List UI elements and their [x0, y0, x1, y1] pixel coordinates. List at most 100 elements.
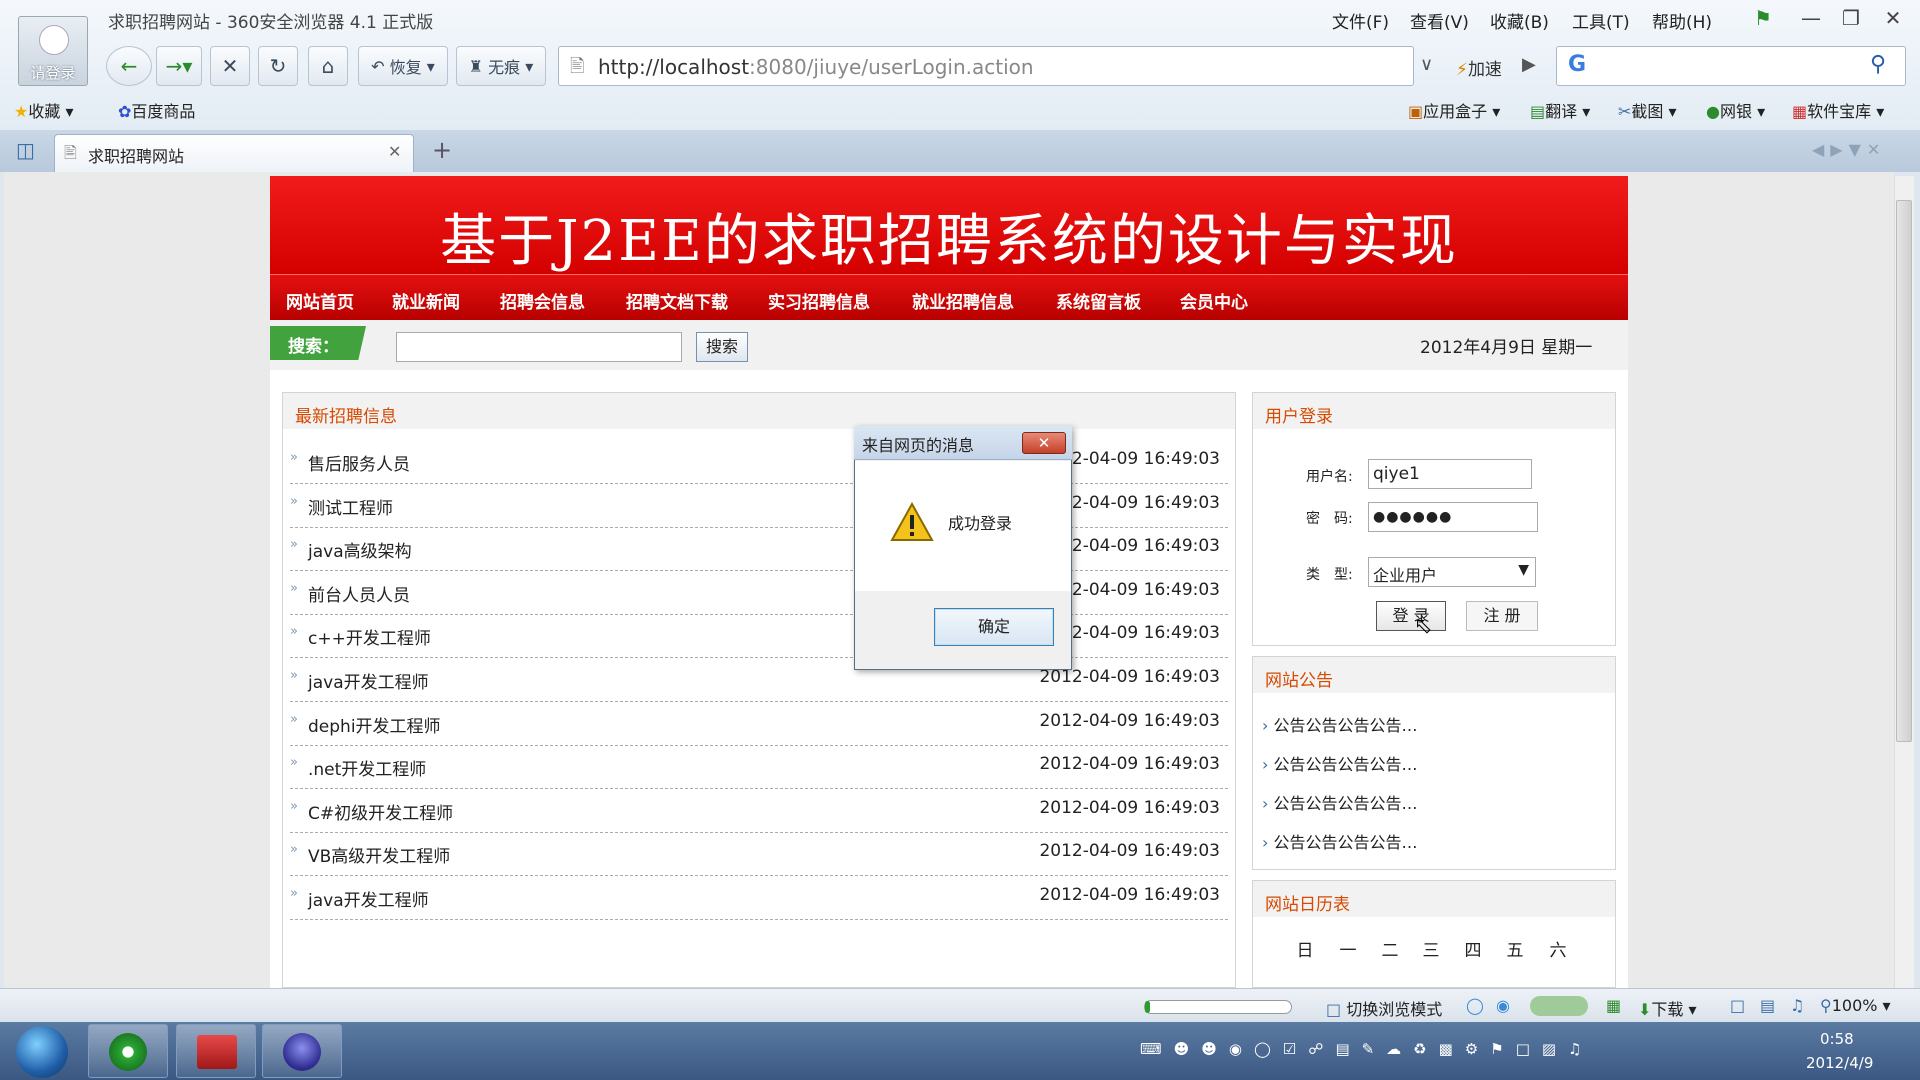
- close-tab-icon[interactable]: ✕: [388, 142, 401, 161]
- calendar-icon[interactable]: ▦: [1606, 996, 1621, 1015]
- job-title[interactable]: 前台人员人员: [308, 581, 410, 606]
- menu-view[interactable]: 查看(V): [1410, 8, 1469, 33]
- site-search-button[interactable]: 搜索: [696, 332, 748, 362]
- register-button[interactable]: 注 册: [1466, 601, 1538, 631]
- username-field[interactable]: qiye1: [1368, 459, 1532, 489]
- sidebar-toggle-icon[interactable]: ◫: [16, 138, 35, 162]
- nav-internship[interactable]: 实习招聘信息: [768, 288, 870, 313]
- nav-job-fair[interactable]: 招聘会信息: [500, 288, 585, 313]
- start-button[interactable]: [16, 1026, 68, 1078]
- job-title[interactable]: .net开发工程师: [308, 755, 426, 780]
- volume-icon[interactable]: ♫: [1790, 996, 1804, 1015]
- job-title[interactable]: dephi开发工程师: [308, 712, 441, 737]
- user-avatar[interactable]: 请登录: [18, 16, 88, 86]
- screenshot-button[interactable]: ✂截图 ▾: [1618, 98, 1677, 122]
- toggle-switch[interactable]: [1530, 996, 1588, 1016]
- nav-home[interactable]: 网站首页: [286, 288, 354, 313]
- clock-time[interactable]: 0:58: [1820, 1030, 1854, 1048]
- switch-mode-button[interactable]: □ 切换浏览模式: [1326, 996, 1442, 1020]
- tab-title: 求职招聘网站: [88, 147, 185, 166]
- job-row[interactable]: » java高级架构 2012-04-09 16:49:03: [290, 527, 1228, 572]
- job-row[interactable]: » java开发工程师 2012-04-09 16:49:03: [290, 658, 1228, 702]
- bullet-icon: ›: [1262, 833, 1269, 852]
- ie-icon[interactable]: ◯: [1466, 996, 1484, 1015]
- job-row[interactable]: » .net开发工程师 2012-04-09 16:49:03: [290, 745, 1228, 790]
- search-icon[interactable]: ⚲: [1870, 52, 1886, 77]
- close-window-icon[interactable]: ✕: [1878, 6, 1908, 30]
- nav-member-center[interactable]: 会员中心: [1180, 288, 1248, 313]
- site-search-input[interactable]: [396, 332, 682, 362]
- password-field[interactable]: ●●●●●●: [1368, 502, 1538, 532]
- clock-date[interactable]: 2012/4/9: [1806, 1054, 1873, 1072]
- tab-controls-icon[interactable]: ◀▶▼✕: [1812, 140, 1886, 159]
- home-button[interactable]: ⌂: [308, 46, 348, 86]
- job-row[interactable]: » 售后服务人员 2012-04-09 16:49:03: [290, 440, 1228, 484]
- job-row[interactable]: » VB高级开发工程师 2012-04-09 16:49:03: [290, 832, 1228, 877]
- job-title[interactable]: 测试工程师: [308, 494, 393, 519]
- job-row[interactable]: » c++开发工程师 2012-04-09 16:49:03: [290, 614, 1228, 659]
- user-type-select[interactable]: 企业用户 ▼: [1368, 557, 1536, 587]
- software-store-button[interactable]: ▦软件宝库 ▾: [1792, 98, 1884, 122]
- job-row[interactable]: » dephi开发工程师 2012-04-09 16:49:03: [290, 702, 1228, 746]
- job-row[interactable]: » C#初级开发工程师 2012-04-09 16:49:03: [290, 789, 1228, 833]
- job-title[interactable]: c++开发工程师: [308, 624, 431, 649]
- job-row[interactable]: » java开发工程师 2012-04-09 16:49:03: [290, 876, 1228, 920]
- menu-tools[interactable]: 工具(T): [1572, 8, 1630, 33]
- bookmark-baidu[interactable]: ✿百度商品: [118, 98, 195, 122]
- taskbar-eclipse[interactable]: [262, 1024, 342, 1078]
- job-title[interactable]: java高级架构: [308, 537, 412, 562]
- dialog-ok-button[interactable]: 确定: [934, 608, 1054, 646]
- pin-icon[interactable]: ⚑: [1748, 6, 1778, 30]
- menu-favorites[interactable]: 收藏(B): [1490, 8, 1549, 33]
- menu-file[interactable]: 文件(F): [1332, 8, 1389, 33]
- job-row[interactable]: » 测试工程师 2012-04-09 16:49:03: [290, 484, 1228, 528]
- forward-button[interactable]: →▾: [156, 46, 202, 86]
- globe-icon[interactable]: ◉: [1496, 996, 1510, 1015]
- restore-icon[interactable]: ❐: [1836, 6, 1866, 30]
- nav-employment[interactable]: 就业招聘信息: [912, 288, 1014, 313]
- job-title[interactable]: 售后服务人员: [308, 450, 410, 475]
- nav-message-board[interactable]: 系统留言板: [1056, 288, 1141, 313]
- go-icon[interactable]: ▶: [1522, 54, 1536, 75]
- menu-help[interactable]: 帮助(H): [1652, 8, 1712, 33]
- job-row[interactable]: » 前台人员人员 2012-04-09 16:49:03: [290, 571, 1228, 615]
- app-box-button[interactable]: ▣应用盒子 ▾: [1408, 98, 1500, 122]
- refresh-button[interactable]: ↻: [258, 46, 298, 86]
- system-tray-icons[interactable]: ⌨☻☻◉◯☑☍▤✎☁♻▩⚙⚑□▨♫: [1140, 1040, 1594, 1058]
- stop-button[interactable]: ✕: [210, 46, 250, 86]
- browser-search-input[interactable]: [1556, 46, 1906, 86]
- favorites-button[interactable]: ★收藏 ▾: [14, 98, 73, 122]
- job-title[interactable]: java开发工程师: [308, 886, 429, 911]
- taskbar-toolbox[interactable]: [176, 1024, 256, 1078]
- notice-item[interactable]: › 公告公告公告公告…: [1262, 712, 1418, 736]
- minimize-icon[interactable]: —: [1796, 6, 1826, 30]
- speed-button[interactable]: ⚡加速: [1456, 55, 1502, 80]
- nav-doc-download[interactable]: 招聘文档下载: [626, 288, 728, 313]
- new-tab-icon[interactable]: +: [432, 136, 452, 164]
- job-title[interactable]: java开发工程师: [308, 668, 429, 693]
- restore-button[interactable]: ↶ 恢复 ▾: [358, 46, 448, 86]
- back-button[interactable]: ←: [106, 46, 152, 86]
- scrollbar-thumb[interactable]: [1896, 200, 1912, 742]
- store-icon: ▦: [1792, 102, 1808, 121]
- notice-item[interactable]: › 公告公告公告公告…: [1262, 829, 1418, 853]
- job-title[interactable]: VB高级开发工程师: [308, 842, 450, 867]
- notice-item[interactable]: › 公告公告公告公告…: [1262, 751, 1418, 775]
- search-engine-icon[interactable]: G: [1568, 52, 1586, 77]
- zoom-control[interactable]: ⚲100% ▾: [1820, 996, 1891, 1015]
- dialog-close-button[interactable]: ✕: [1022, 432, 1066, 454]
- taskbar-browser[interactable]: [88, 1024, 168, 1078]
- username-label: 用户名:: [1306, 469, 1353, 485]
- job-title[interactable]: C#初级开发工程师: [308, 799, 453, 824]
- nav-news[interactable]: 就业新闻: [392, 288, 460, 313]
- address-dropdown-icon[interactable]: ∨: [1420, 54, 1433, 75]
- address-url[interactable]: http://localhost:8080/jiuye/userLogin.ac…: [598, 55, 1034, 79]
- screen-icon[interactable]: ▤: [1760, 996, 1775, 1015]
- download-button[interactable]: ⬇下载 ▾: [1638, 996, 1697, 1020]
- phone-icon[interactable]: □: [1730, 996, 1745, 1015]
- login-button[interactable]: 登 录: [1376, 601, 1446, 631]
- netbank-button[interactable]: ●网银 ▾: [1706, 98, 1765, 122]
- notice-item[interactable]: › 公告公告公告公告…: [1262, 790, 1418, 814]
- translate-button[interactable]: ▤翻译 ▾: [1530, 98, 1590, 122]
- incognito-button[interactable]: ♜ 无痕 ▾: [456, 46, 546, 86]
